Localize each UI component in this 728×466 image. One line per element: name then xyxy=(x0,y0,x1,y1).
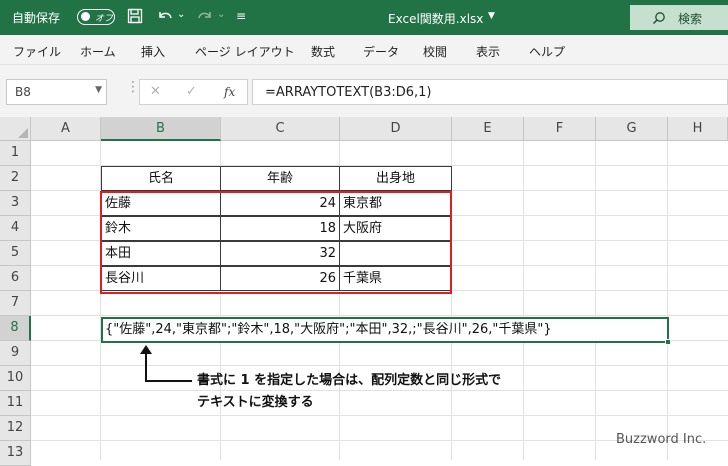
row-header-2[interactable]: 2 xyxy=(0,166,31,191)
tab-view[interactable]: 表示 xyxy=(476,43,500,60)
table-header-name[interactable]: 氏名 xyxy=(101,166,221,191)
formula-input[interactable]: =ARRAYTOTEXT(B3:D6,1) xyxy=(252,79,728,105)
title-bar: 自動保存 オフ ⌄ ⌄ ≡ Excel関数用.xlsx ▼ 検索 xyxy=(0,0,728,35)
tab-home[interactable]: ホーム xyxy=(80,43,116,60)
formula-bar: B8 ▼ ⋮ ✕ ✓ fx =ARRAYTOTEXT(B3:D6,1) xyxy=(0,65,728,117)
row-header-11[interactable]: 11 xyxy=(0,391,31,416)
annotation-text: 書式に 1 を指定した場合は、配列定数と同じ形式で テキストに変換する xyxy=(197,370,501,414)
column-header-c[interactable]: C xyxy=(221,117,340,141)
table-header-age[interactable]: 年齢 xyxy=(220,166,340,191)
column-header-g[interactable]: G xyxy=(596,117,668,141)
tab-insert[interactable]: 挿入 xyxy=(141,43,165,60)
autosave-label: 自動保存 xyxy=(12,11,61,25)
active-cell-result[interactable]: {"佐藤",24,"東京都";"鈴木",18,"大阪府";"本田",32,;"長… xyxy=(101,317,669,343)
name-box[interactable]: B8 ▼ xyxy=(6,79,107,105)
gridline xyxy=(595,141,596,460)
column-header-d[interactable]: D xyxy=(340,117,452,141)
customize-toolbar-icon[interactable]: ≡ xyxy=(236,9,246,23)
formula-buttons: ✕ ✓ fx xyxy=(139,79,248,105)
ribbon-tabs: ファイル ホーム 挿入 ページ レイアウト 数式 データ 校閲 表示 ヘルプ xyxy=(0,35,728,65)
formula-text: =ARRAYTOTEXT(B3:D6,1) xyxy=(265,85,432,100)
row-header-1[interactable]: 1 xyxy=(0,141,31,166)
tab-help[interactable]: ヘルプ xyxy=(529,43,565,60)
autosave-toggle[interactable]: オフ xyxy=(77,9,115,25)
file-name: Excel関数用.xlsx xyxy=(388,12,484,26)
tab-data[interactable]: データ xyxy=(363,43,399,60)
gridline xyxy=(523,141,524,460)
save-icon[interactable] xyxy=(125,8,145,28)
row-header-5[interactable]: 5 xyxy=(0,241,31,266)
column-header-e[interactable]: E xyxy=(452,117,524,141)
select-all-corner[interactable] xyxy=(0,117,31,141)
search-icon xyxy=(652,10,666,29)
tab-formulas[interactable]: 数式 xyxy=(311,43,335,60)
table-header-birthplace[interactable]: 出身地 xyxy=(339,166,452,191)
row-header-12[interactable]: 12 xyxy=(0,416,31,441)
column-header-b[interactable]: B xyxy=(101,117,221,141)
undo-dropdown-icon[interactable]: ⌄ xyxy=(177,9,185,20)
filename-dropdown-icon[interactable]: ▼ xyxy=(488,11,495,21)
column-header-a[interactable]: A xyxy=(31,117,101,141)
undo-icon[interactable] xyxy=(155,7,175,27)
cancel-icon[interactable]: ✕ xyxy=(150,84,161,99)
row-header-7[interactable]: 7 xyxy=(0,291,31,316)
column-header-f[interactable]: F xyxy=(524,117,596,141)
row-header-13[interactable]: 13 xyxy=(0,441,31,466)
tab-page-layout[interactable]: ページ レイアウト xyxy=(195,43,295,60)
enter-icon[interactable]: ✓ xyxy=(186,84,197,99)
row-header-4[interactable]: 4 xyxy=(0,216,31,241)
redo-icon[interactable] xyxy=(195,7,215,27)
name-box-dropdown-icon[interactable]: ▼ xyxy=(95,85,102,95)
annotation-line-2: テキストに変換する xyxy=(197,395,314,410)
toggle-knob xyxy=(81,12,90,21)
search-label: 検索 xyxy=(678,12,703,26)
highlight-range-box xyxy=(100,191,452,294)
row-header-9[interactable]: 9 xyxy=(0,341,31,366)
gridline xyxy=(31,315,728,316)
gridline xyxy=(31,365,728,366)
annotation-line-1: 書式に 1 を指定した場合は、配列定数と同じ形式で xyxy=(197,373,502,388)
row-header-10[interactable]: 10 xyxy=(0,366,31,391)
redo-dropdown-icon[interactable]: ⌄ xyxy=(217,9,225,20)
column-header-h[interactable]: H xyxy=(668,117,728,141)
row-header-3[interactable]: 3 xyxy=(0,191,31,216)
formula-bar-splitter[interactable]: ⋮ xyxy=(126,79,140,95)
insert-function-icon[interactable]: fx xyxy=(224,85,235,99)
search-box[interactable]: 検索 xyxy=(630,5,728,30)
fill-handle[interactable] xyxy=(665,339,671,345)
row-header-6[interactable]: 6 xyxy=(0,266,31,291)
tab-file[interactable]: ファイル xyxy=(13,43,61,60)
annotation-arrow xyxy=(140,345,192,382)
tab-review[interactable]: 校閲 xyxy=(423,43,447,60)
brand-watermark: Buzzword Inc. xyxy=(616,432,707,447)
row-header-8[interactable]: 8 xyxy=(0,316,31,341)
name-box-value: B8 xyxy=(15,85,31,99)
autosave-state: オフ xyxy=(95,14,114,24)
gridline xyxy=(31,415,728,416)
gridline xyxy=(667,141,668,460)
